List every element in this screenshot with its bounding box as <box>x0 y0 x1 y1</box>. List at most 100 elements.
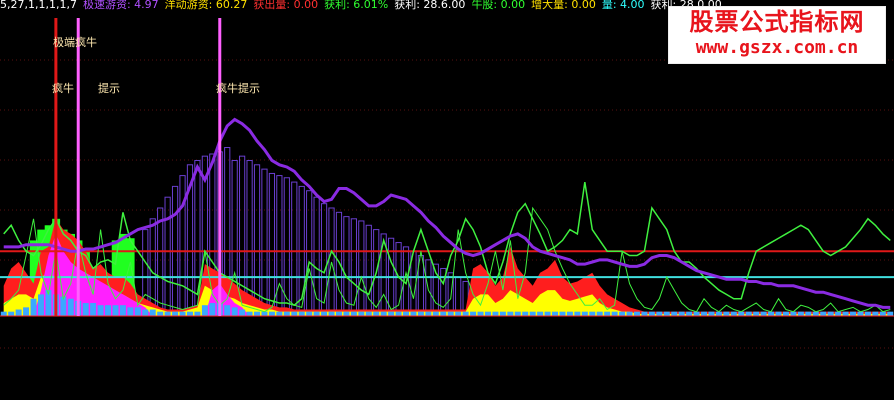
blue-bar <box>753 311 760 316</box>
blue-bar <box>231 307 238 316</box>
blue-bar <box>97 305 104 316</box>
blue-bar <box>388 311 395 316</box>
blue-bar <box>656 311 663 316</box>
blue-bar <box>566 311 573 316</box>
blue-bar <box>209 303 216 316</box>
blue-bar <box>313 311 320 316</box>
blue-bar <box>879 311 886 316</box>
blue-bar <box>827 311 834 316</box>
blue-bar <box>30 298 37 316</box>
blue-bar <box>417 311 424 316</box>
blue-bar <box>499 311 506 316</box>
blue-bar <box>157 311 164 316</box>
blue-bar <box>604 311 611 316</box>
blue-bar <box>395 311 402 316</box>
blue-bar <box>410 311 417 316</box>
purple-bar <box>306 190 313 317</box>
blue-bar <box>67 298 74 316</box>
blue-bar <box>328 311 335 316</box>
blue-bar <box>484 311 491 316</box>
blue-bar <box>768 311 775 316</box>
blue-bar <box>775 311 782 316</box>
blue-bar <box>8 311 15 316</box>
blue-bar <box>462 311 469 316</box>
purple-bar <box>365 224 372 317</box>
blue-bar <box>455 311 462 316</box>
blue-bar <box>365 311 372 316</box>
blue-bar <box>805 311 812 316</box>
blue-bar <box>224 305 231 316</box>
blue-bar <box>149 309 156 316</box>
blue-bar <box>760 311 767 316</box>
blue-bar <box>626 311 633 316</box>
watermark-logo: 股票公式指标网 www.gszx.com.cn <box>668 6 886 64</box>
blue-bar <box>812 311 819 316</box>
blue-bar <box>261 311 268 316</box>
signal-label-crazy-bull-hint: 疯牛提示 <box>216 82 260 95</box>
blue-bar <box>663 311 670 316</box>
blue-bar <box>648 311 655 316</box>
blue-bar <box>619 311 626 316</box>
blue-bar <box>574 311 581 316</box>
blue-bar <box>678 311 685 316</box>
blue-bar <box>835 311 842 316</box>
blue-bar <box>194 311 201 316</box>
blue-bar <box>283 311 290 316</box>
green-line <box>3 181 891 307</box>
watermark-title: 股票公式指标网 <box>689 8 865 36</box>
blue-bar <box>37 294 44 316</box>
purple-bar <box>149 218 156 317</box>
blue-bar <box>537 311 544 316</box>
purple-bar <box>246 159 253 317</box>
blue-bar <box>552 311 559 316</box>
blue-bar <box>298 311 305 316</box>
blue-bar <box>306 311 313 316</box>
purple-bar <box>179 175 186 317</box>
blue-bar <box>179 311 186 316</box>
blue-bar <box>738 311 745 316</box>
blue-bar <box>0 311 7 316</box>
purple-bar <box>350 218 357 317</box>
blue-bar <box>611 311 618 316</box>
blue-bar <box>127 307 134 316</box>
blue-bar <box>268 311 275 316</box>
blue-bar <box>797 311 804 316</box>
blue-bar <box>708 311 715 316</box>
blue-bar <box>514 311 521 316</box>
purple-bar <box>276 175 283 317</box>
blue-bar <box>373 311 380 316</box>
blue-bar <box>82 303 89 316</box>
blue-bar <box>596 311 603 316</box>
purple-bar <box>268 172 276 317</box>
blue-bar <box>335 311 342 316</box>
blue-bar <box>254 311 261 316</box>
blue-bar <box>15 309 22 316</box>
blue-bar <box>350 311 357 316</box>
blue-bar <box>276 311 283 316</box>
blue-bar <box>358 311 365 316</box>
blue-bar <box>887 311 894 316</box>
blue-bar <box>857 311 864 316</box>
blue-bar <box>507 311 514 316</box>
purple-bar <box>291 181 298 317</box>
blue-bar <box>246 311 253 316</box>
blue-bar <box>142 309 149 316</box>
blue-bar <box>380 311 387 316</box>
blue-bar <box>782 311 789 316</box>
blue-bar <box>522 311 529 316</box>
blue-bar <box>745 311 752 316</box>
signal-label-extreme-bull: 极端疯牛 <box>53 36 97 49</box>
blue-bar <box>447 311 454 316</box>
blue-bar <box>291 311 298 316</box>
blue-bar <box>589 311 596 316</box>
purple-bar <box>164 196 171 317</box>
watermark-url: www.gszx.com.cn <box>695 37 859 58</box>
blue-bar <box>119 305 126 316</box>
blue-bar <box>850 311 857 316</box>
blue-bar <box>477 311 484 316</box>
blue-bar <box>164 311 171 316</box>
blue-bar <box>581 311 588 316</box>
purple-bar <box>261 168 268 317</box>
blue-bar <box>425 311 432 316</box>
blue-bar <box>559 311 566 316</box>
